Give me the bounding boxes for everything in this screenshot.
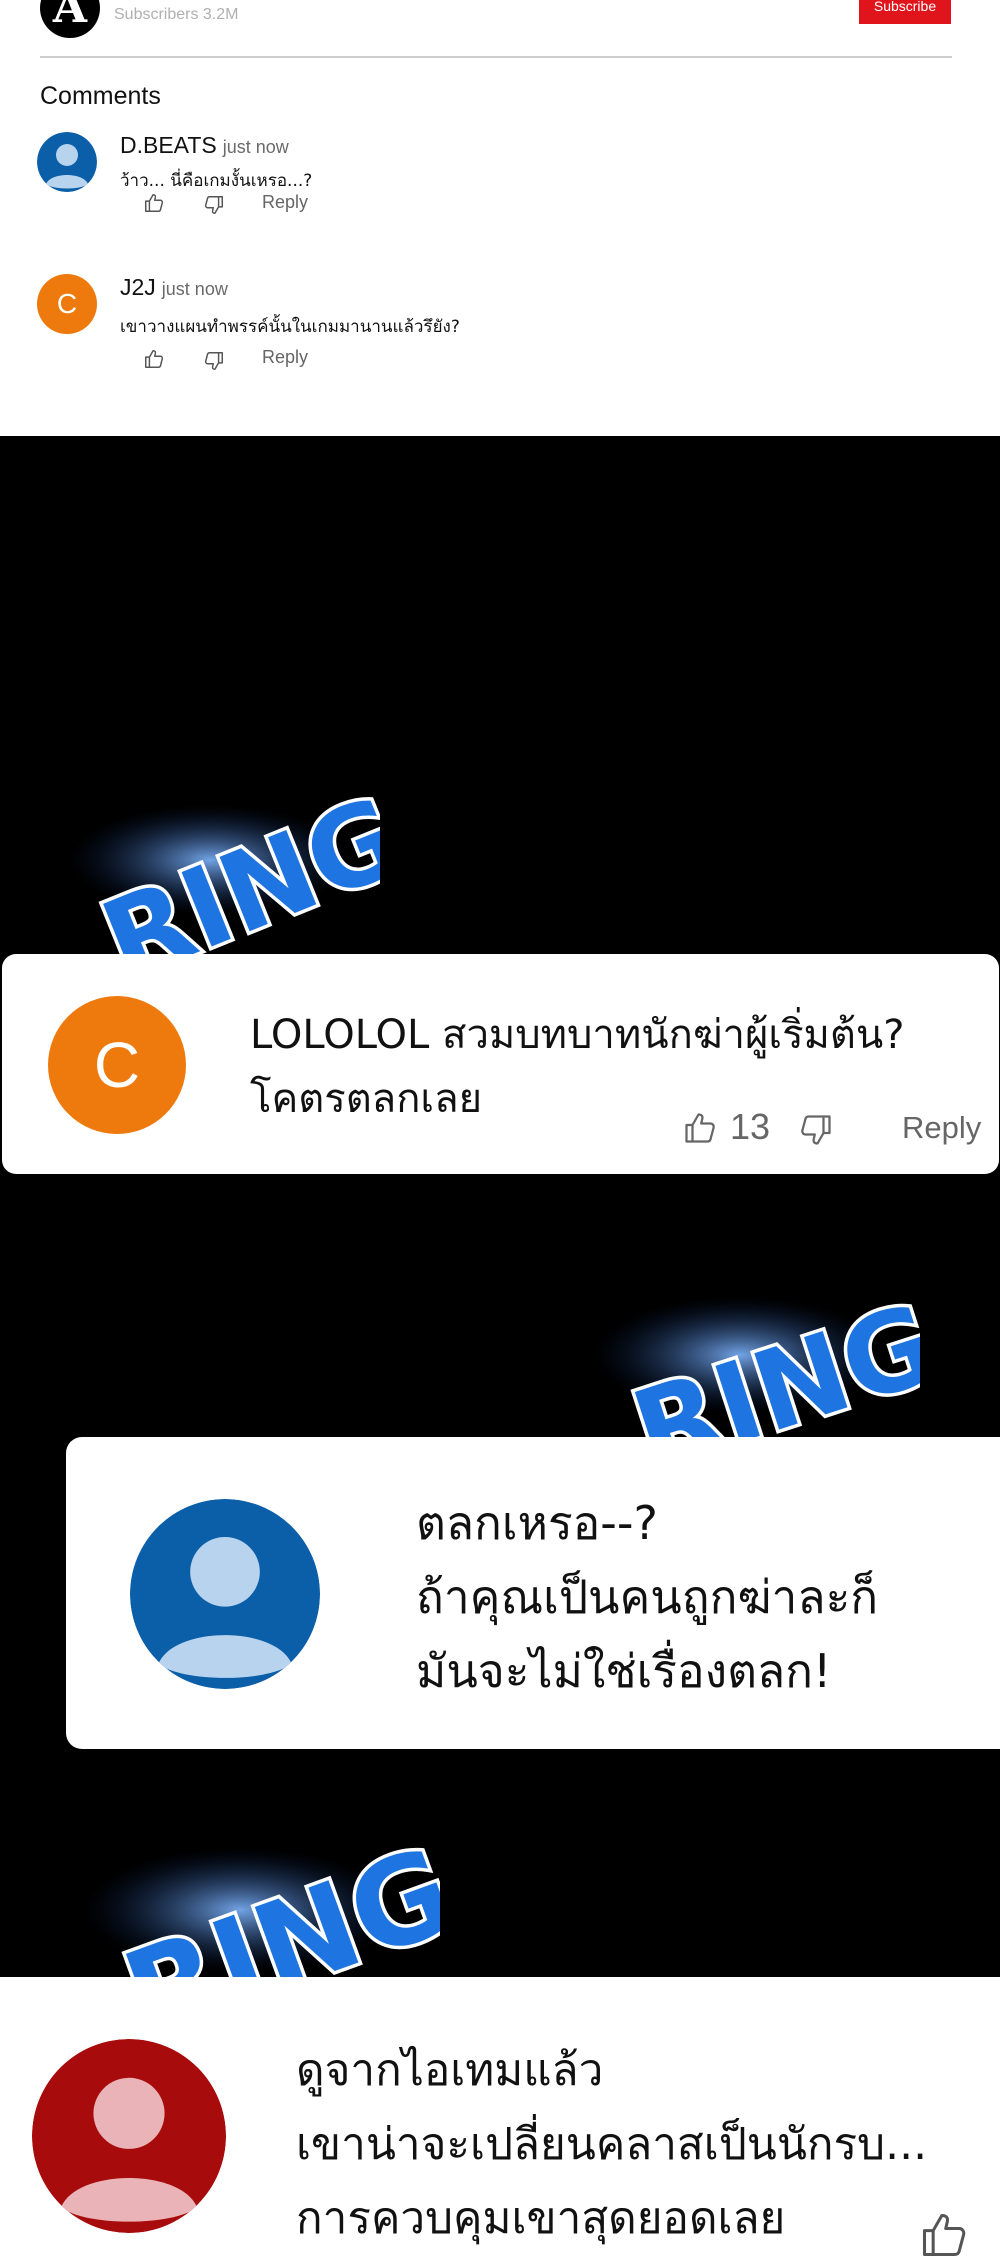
comment-text: เขาวางแผนทำพรรค์นั้นในเกมมานานแล้วรึยัง? xyxy=(120,317,460,337)
comments-panel: A Subscribers 3.2M Subscribe Comments D.… xyxy=(0,0,1000,436)
user-silhouette-icon xyxy=(130,1499,320,1689)
comment-text: ถ้าคุณเป็นคนถูกฆ่าละก็ xyxy=(416,1570,879,1624)
like-button[interactable] xyxy=(143,192,165,218)
dislike-button[interactable] xyxy=(203,350,225,376)
avatar[interactable] xyxy=(130,1499,320,1689)
comment-header: J2J just now xyxy=(120,274,228,301)
thumbs-up-icon xyxy=(145,194,164,212)
comment-text: ว้าว... นี่คือเกมงั้นเหรอ...? xyxy=(120,171,313,191)
comment-author[interactable]: J2J xyxy=(120,274,156,300)
comment-text: ดูจากไอเทมแล้ว xyxy=(296,2045,604,2096)
comment-text: LOLOLOL สวมบทบาทนักฆ่าผู้เริ่มต้น? xyxy=(250,1012,905,1058)
reply-button[interactable]: Reply xyxy=(902,1110,981,1146)
comment-card: C LOLOLOL สวมบทบาทนักฆ่าผู้เริ่มต้น? โคต… xyxy=(2,954,999,1174)
avatar[interactable]: C xyxy=(37,274,97,334)
thumbs-up-icon xyxy=(685,1113,715,1143)
dislike-button[interactable] xyxy=(203,194,225,220)
like-count: 13 xyxy=(730,1106,771,1147)
subscriber-count: Subscribers 3.2M xyxy=(114,6,239,23)
thumbs-up-icon xyxy=(922,2213,966,2257)
reply-button[interactable]: Reply xyxy=(262,192,308,213)
comment-text: เขาน่าจะเปลี่ยนคลาสเป็นนักรบ... xyxy=(296,2119,928,2170)
thumbs-down-icon xyxy=(204,196,223,214)
like-button[interactable] xyxy=(143,348,165,374)
comment-text: ตลกเหรอ--? xyxy=(416,1496,658,1550)
comment-card: ตลกเหรอ--? ถ้าคุณเป็นคนถูกฆ่าละก็ มันจะไ… xyxy=(66,1437,1000,1749)
user-silhouette-icon xyxy=(32,2039,226,2233)
subscribe-button[interactable]: Subscribe xyxy=(859,0,951,24)
comment-text: การควบคุมเขาสุดยอดเลย xyxy=(296,2193,786,2244)
channel-logo[interactable]: A xyxy=(40,0,100,38)
user-silhouette-icon xyxy=(37,132,97,192)
thumbs-up-icon xyxy=(145,350,164,368)
comment-header: D.BEATS just now xyxy=(120,132,289,159)
reply-button[interactable]: Reply xyxy=(262,347,308,368)
comment-author[interactable]: D.BEATS xyxy=(120,132,217,158)
like-button[interactable] xyxy=(682,1110,718,1150)
comment-text: มันจะไม่ใช่เรื่องตลก! xyxy=(416,1644,832,1698)
avatar[interactable]: C xyxy=(48,996,186,1134)
like-button[interactable] xyxy=(918,2209,970,2265)
comment-card: ดูจากไอเทมแล้ว เขาน่าจะเปลี่ยนคลาสเป็นนั… xyxy=(0,1977,1000,2266)
comment-text: โคตรตลกเลย xyxy=(250,1076,483,1122)
comments-heading: Comments xyxy=(40,82,161,110)
comment-time: just now xyxy=(222,137,289,157)
dislike-button[interactable] xyxy=(798,1112,834,1152)
thumbs-down-icon xyxy=(204,352,223,370)
divider xyxy=(40,56,952,58)
avatar[interactable] xyxy=(37,132,97,192)
avatar[interactable] xyxy=(32,2039,226,2233)
comment-time: just now xyxy=(161,279,228,299)
thumbs-down-icon xyxy=(801,1115,831,1145)
